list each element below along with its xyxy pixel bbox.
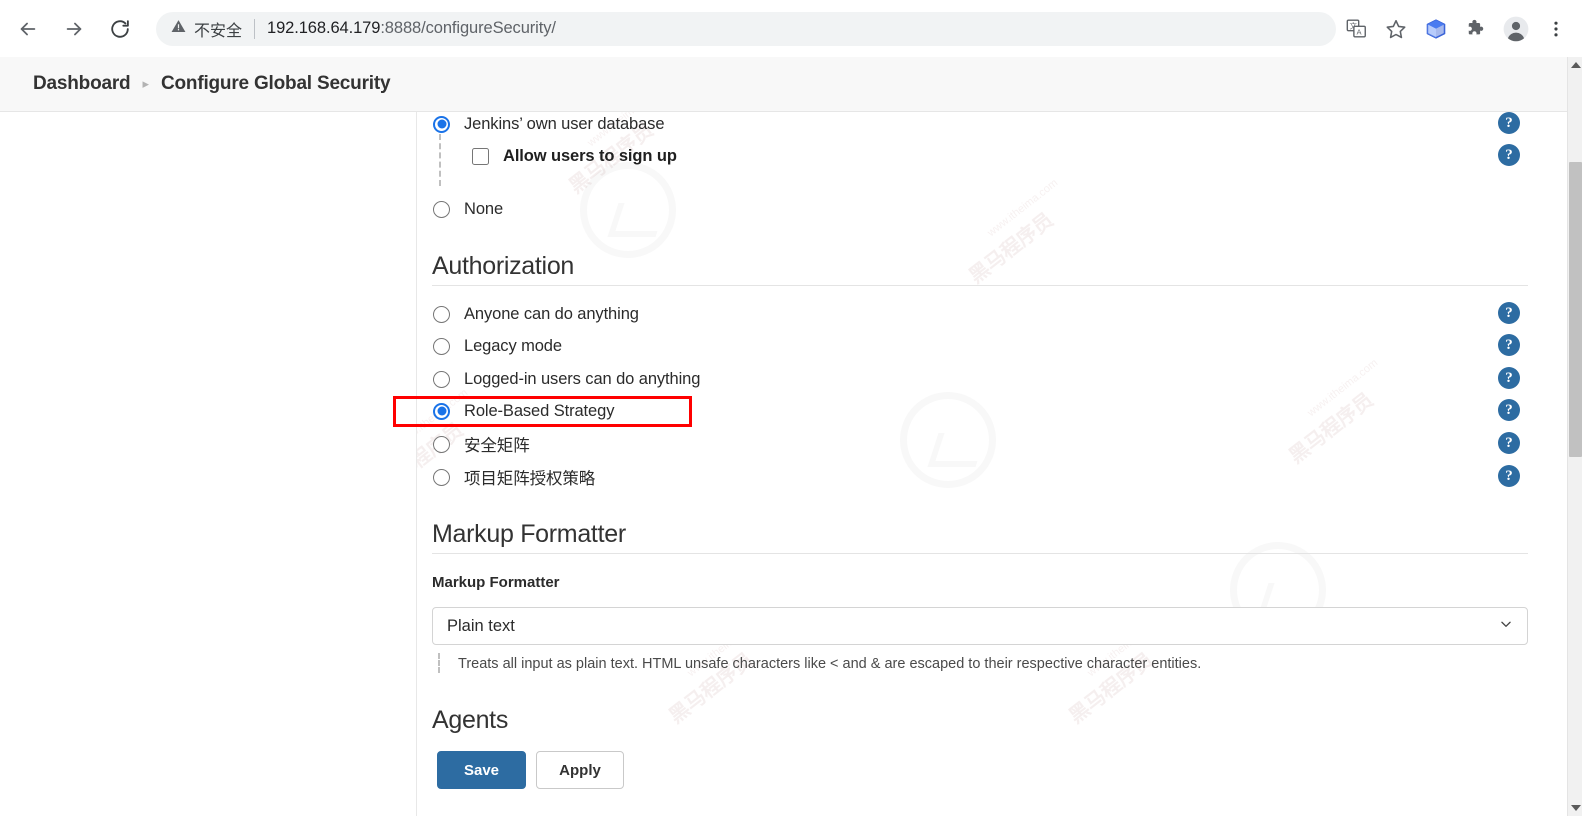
- bookmark-star-icon[interactable]: [1376, 9, 1416, 49]
- radio-project-matrix-authorization-strategy[interactable]: [433, 468, 450, 486]
- radio-row-logged-in-users-can-do-anything[interactable]: Logged-in users can do anything: [433, 367, 700, 391]
- forward-button[interactable]: [54, 9, 94, 49]
- radio-row-none[interactable]: None: [433, 197, 503, 221]
- radio-row-security-matrix[interactable]: 安全矩阵: [433, 432, 530, 456]
- help-icon-project-matrix-authorization-strategy[interactable]: ?: [1498, 465, 1520, 487]
- jenkins-header-bar: Dashboard ▸ Configure Global Security: [0, 57, 1567, 112]
- radio-role-based-strategy[interactable]: [433, 402, 450, 420]
- checkbox-label: Allow users to sign up: [503, 146, 677, 165]
- left-sidebar: [0, 112, 417, 816]
- radio-row-role-based-strategy[interactable]: Role-Based Strategy: [433, 399, 614, 423]
- radio-jenkins-own-user-database[interactable]: [433, 115, 450, 133]
- reload-button[interactable]: [100, 9, 140, 49]
- extension-cube-icon[interactable]: [1416, 9, 1456, 49]
- puzzle-extensions-icon[interactable]: [1456, 9, 1496, 49]
- browser-toolbar: 不安全 192.168.64.179:8888/configureSecurit…: [0, 0, 1582, 57]
- radio-label: 项目矩阵授权策略: [464, 470, 596, 488]
- page-scrollbar[interactable]: [1567, 57, 1582, 816]
- breadcrumb-item-dashboard[interactable]: Dashboard: [33, 73, 131, 95]
- help-icon-role-based-strategy[interactable]: ?: [1498, 399, 1520, 421]
- scrollbar-thumb[interactable]: [1569, 162, 1582, 457]
- section-heading-markup-formatter: Markup Formatter: [432, 520, 626, 548]
- radio-anyone-can-do-anything[interactable]: [433, 305, 450, 323]
- security-status-text: 不安全: [194, 22, 243, 40]
- radio-label: None: [464, 199, 504, 218]
- help-icon-logged-in-users-can-do-anything[interactable]: ?: [1498, 367, 1520, 389]
- page-body: 黑马程序员 www.itheima.com 黑马程序员 www.itheima.…: [0, 112, 1567, 816]
- profile-avatar-icon[interactable]: [1496, 9, 1536, 49]
- checkbox-row-allow-users-to-sign-up[interactable]: Allow users to sign up: [472, 144, 677, 168]
- breadcrumb-separator-icon: ▸: [142, 76, 149, 91]
- field-label-markup-formatter: Markup Formatter: [432, 574, 560, 591]
- help-icon-security-matrix[interactable]: ?: [1498, 432, 1520, 454]
- radio-logged-in-users-can-do-anything[interactable]: [433, 370, 450, 388]
- arrow-left-icon: [17, 18, 39, 40]
- breadcrumb: Dashboard ▸ Configure Global Security: [0, 73, 391, 95]
- radio-label: Jenkins’ own user database: [464, 114, 665, 133]
- address-bar[interactable]: 不安全 192.168.64.179:8888/configureSecurit…: [156, 11, 1336, 46]
- section-divider: [432, 285, 1528, 286]
- chevron-down-icon: [1499, 617, 1513, 636]
- arrow-right-icon: [63, 18, 85, 40]
- radio-none[interactable]: [433, 200, 450, 218]
- select-value: Plain text: [447, 616, 515, 635]
- omnibox-divider: [254, 18, 256, 39]
- help-text-markup-formatter: Treats all input as plain text. HTML uns…: [458, 656, 1202, 672]
- translate-icon[interactable]: 文 A: [1336, 9, 1376, 49]
- nesting-guide-line: [439, 134, 441, 186]
- section-heading-authorization: Authorization: [432, 252, 575, 280]
- help-icon-legacy-mode[interactable]: ?: [1498, 334, 1520, 356]
- kebab-menu-icon[interactable]: [1536, 9, 1576, 49]
- warning-triangle-icon: [170, 18, 187, 39]
- scroll-up-arrow-icon[interactable]: [1568, 57, 1582, 73]
- reload-icon: [109, 18, 131, 40]
- radio-label: Role-Based Strategy: [464, 401, 615, 420]
- radio-row-legacy-mode[interactable]: Legacy mode: [433, 334, 562, 358]
- radio-row-jenkins-own-user-database[interactable]: Jenkins’ own user database: [433, 112, 665, 136]
- radio-legacy-mode[interactable]: [433, 337, 450, 355]
- url-text: 192.168.64.179:8888/configureSecurity/: [267, 19, 556, 38]
- url-path: :8888/configureSecurity/: [380, 19, 556, 37]
- radio-label: Logged-in users can do anything: [464, 369, 701, 388]
- back-button[interactable]: [8, 9, 48, 49]
- breadcrumb-item-configure-global-security[interactable]: Configure Global Security: [161, 73, 391, 95]
- help-icon-allow-users-to-sign-up[interactable]: ?: [1498, 144, 1520, 166]
- scroll-down-arrow-icon[interactable]: [1568, 800, 1582, 816]
- radio-row-anyone-can-do-anything[interactable]: Anyone can do anything: [433, 302, 639, 326]
- checkbox-allow-users-to-sign-up[interactable]: [472, 147, 489, 165]
- radio-security-matrix[interactable]: [433, 435, 450, 453]
- apply-button[interactable]: Apply: [536, 751, 624, 789]
- radio-label: Legacy mode: [464, 336, 562, 355]
- radio-label: 安全矩阵: [464, 437, 530, 455]
- url-host: 192.168.64.179: [267, 19, 381, 37]
- markup-formatter-select[interactable]: Plain text: [432, 607, 1528, 645]
- radio-label: Anyone can do anything: [464, 304, 639, 323]
- radio-row-project-matrix-authorization-strategy[interactable]: 项目矩阵授权策略: [433, 465, 595, 489]
- save-button[interactable]: Save: [437, 751, 526, 789]
- section-divider: [432, 553, 1528, 554]
- main-content: Jenkins’ own user database Allow users t…: [393, 112, 1567, 816]
- help-guide-line: [438, 653, 440, 673]
- browser-actions: 文 A: [1336, 9, 1582, 49]
- site-security-chip[interactable]: 不安全: [170, 17, 242, 41]
- section-heading-agents: Agents: [432, 706, 509, 734]
- help-icon-jenkins-own-user-database[interactable]: ?: [1498, 112, 1520, 134]
- help-icon-anyone-can-do-anything[interactable]: ?: [1498, 302, 1520, 324]
